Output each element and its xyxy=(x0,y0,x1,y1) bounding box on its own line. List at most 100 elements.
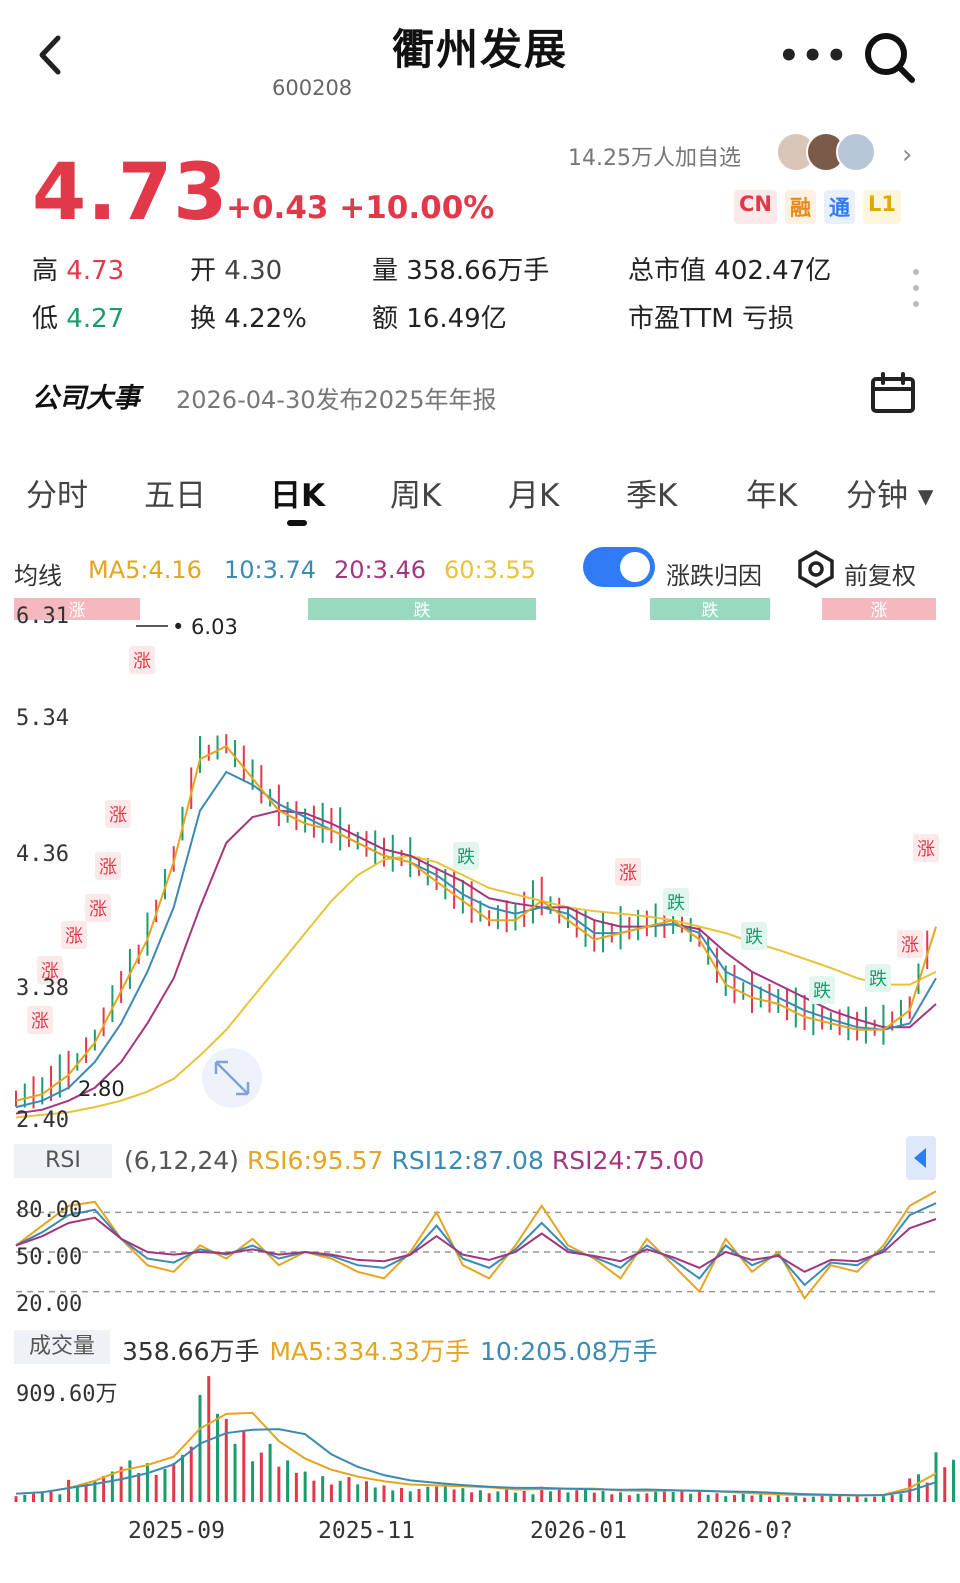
volume-bar xyxy=(23,1494,27,1502)
volume-ma5: MA5:334.33万手 xyxy=(269,1337,470,1366)
volume-bar xyxy=(794,1496,798,1502)
tab-intraday[interactable]: 分时 xyxy=(26,470,88,515)
attribution-toggle[interactable] xyxy=(583,547,655,587)
volume-bar xyxy=(645,1493,649,1502)
period-tabs: 分时 五日 日K 周K 月K 季K 年K 分钟 ▾ xyxy=(0,470,960,530)
volume-bar xyxy=(145,1463,149,1502)
event-tag: 涨 xyxy=(65,926,83,947)
attribution-toggle-label[interactable]: 涨跌归因 xyxy=(666,556,762,591)
ma-line-ma10 xyxy=(15,770,937,1109)
volume-bar xyxy=(697,1491,701,1502)
volume-bar xyxy=(478,1490,482,1502)
follower-avatars[interactable] xyxy=(776,132,888,176)
market-badge[interactable]: 融 xyxy=(785,190,816,224)
stat-value: 4.73 xyxy=(66,256,125,286)
volume-bar xyxy=(873,1496,877,1502)
more-icon[interactable]: ••• xyxy=(778,36,849,76)
event-tag: 涨 xyxy=(31,1011,49,1032)
volume-bar xyxy=(259,1452,263,1502)
ma-label: 均线 xyxy=(14,562,62,590)
volume-value: 358.66万手 xyxy=(122,1337,260,1366)
volume-bar xyxy=(487,1493,491,1502)
volume-bar xyxy=(321,1476,325,1502)
stat-value: 358.66万手 xyxy=(406,256,550,286)
volume-bar xyxy=(680,1490,684,1502)
market-badge[interactable]: CN xyxy=(734,190,777,224)
stat-open: 开 4.30 xyxy=(190,250,282,287)
market-badge[interactable]: L1 xyxy=(863,190,901,224)
volume-bar xyxy=(128,1460,132,1502)
volume-bar xyxy=(417,1489,421,1502)
stat-label: 高 xyxy=(32,256,59,286)
tab-weekly-k[interactable]: 周K xyxy=(390,470,441,515)
volume-bar xyxy=(689,1493,693,1502)
tab-daily-k[interactable]: 日K xyxy=(270,470,325,515)
followers-count[interactable]: 14.25万人加自选 xyxy=(568,140,741,172)
volume-bar xyxy=(654,1491,658,1502)
volume-bar xyxy=(846,1497,850,1502)
stat-label: 总市值 xyxy=(628,256,707,286)
tab-monthly-k[interactable]: 月K xyxy=(508,470,559,515)
rsi6-value: RSI6:95.57 xyxy=(246,1146,384,1175)
event-tag: 跌 xyxy=(457,847,475,868)
volume-bar xyxy=(242,1431,246,1502)
stock-code: 600208 xyxy=(272,76,353,100)
stock-chart[interactable]: 涨跌跌涨• 6.032.80涨涨涨涨涨涨涨跌涨跌跌跌跌涨涨 xyxy=(0,590,960,1510)
volume-bar xyxy=(855,1495,859,1502)
stat-value: 4.27 xyxy=(66,304,125,334)
volume-bar xyxy=(137,1472,141,1502)
stat-turnover: 换 4.22% xyxy=(190,298,307,335)
volume-bar xyxy=(715,1493,719,1502)
volume-bar xyxy=(513,1492,517,1502)
company-events-label[interactable]: 公司大事 xyxy=(32,376,140,415)
volume-bar xyxy=(426,1486,430,1502)
volume-bar xyxy=(952,1459,956,1502)
volume-bar xyxy=(601,1490,605,1502)
volume-ma10: 10:205.08万手 xyxy=(479,1337,658,1366)
volume-bar xyxy=(671,1491,675,1502)
stat-volume: 量 358.66万手 xyxy=(372,250,549,287)
search-icon[interactable] xyxy=(862,30,916,84)
volume-values: 358.66万手 MA5:334.33万手 10:205.08万手 xyxy=(122,1332,668,1368)
chevron-right-icon[interactable]: › xyxy=(902,140,912,170)
volume-bar xyxy=(461,1488,465,1502)
volume-bar xyxy=(110,1471,114,1502)
ma-line-ma5 xyxy=(15,744,937,1102)
volume-bar xyxy=(584,1488,588,1502)
volume-tag[interactable]: 成交量 xyxy=(14,1330,110,1364)
volume-bar xyxy=(557,1489,561,1502)
kebab-icon[interactable] xyxy=(912,268,920,308)
rsi-tag[interactable]: RSI xyxy=(14,1144,112,1178)
volume-bar xyxy=(347,1477,351,1502)
volume-bar xyxy=(180,1454,184,1502)
market-badge[interactable]: 通 xyxy=(824,190,855,224)
tab-five-day[interactable]: 五日 xyxy=(144,470,206,515)
volume-bar xyxy=(373,1487,377,1502)
tab-quarterly-k[interactable]: 季K xyxy=(626,470,677,515)
tab-minute[interactable]: 分钟 ▾ xyxy=(846,470,933,515)
stat-amount: 额 16.49亿 xyxy=(372,298,507,335)
volume-bar xyxy=(356,1484,360,1502)
volume-bar xyxy=(881,1496,885,1502)
tab-yearly-k[interactable]: 年K xyxy=(746,470,797,515)
collapse-panel-icon[interactable] xyxy=(906,1136,936,1180)
volume-bar xyxy=(741,1493,745,1502)
adjust-label[interactable]: 前复权 xyxy=(844,556,916,591)
x-tick-label: 2026-01 xyxy=(530,1518,627,1544)
event-tag: 跌 xyxy=(667,893,685,914)
volume-bar xyxy=(382,1485,386,1502)
volume-bar xyxy=(522,1490,526,1502)
attribution-bar-label: 跌 xyxy=(702,601,719,621)
company-events-text[interactable]: 2026-04-30发布2025年年报 xyxy=(176,380,497,415)
rsi-line-rsi6 xyxy=(15,1190,937,1300)
calendar-icon[interactable] xyxy=(870,372,916,414)
volume-bar xyxy=(548,1491,552,1502)
event-tag: 涨 xyxy=(133,651,151,672)
ma20-value: 20:3.46 xyxy=(334,556,427,584)
volume-bar xyxy=(496,1491,500,1502)
current-price: 4.73 xyxy=(32,148,229,238)
stat-value: 4.22% xyxy=(224,304,307,334)
volume-bar xyxy=(251,1461,255,1502)
volume-bar xyxy=(452,1489,456,1502)
settings-hexagon-icon[interactable] xyxy=(796,550,836,588)
